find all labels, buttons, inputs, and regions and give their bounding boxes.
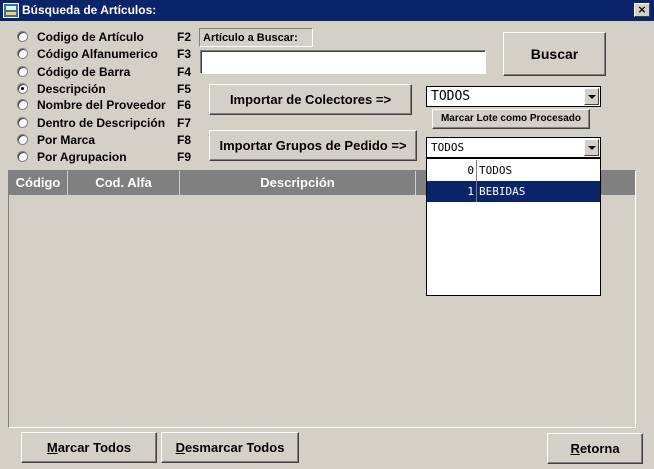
close-button[interactable]: ×: [634, 3, 650, 17]
radio-button-checked-icon[interactable]: [17, 83, 28, 94]
importar-grupos-button[interactable]: Importar Grupos de Pedido =>: [209, 130, 417, 161]
radio-label: Código Alfanumerico: [37, 47, 158, 61]
radio-codigo-alfanumerico[interactable]: Código Alfanumerico F3: [17, 46, 197, 62]
column-header-cod-alfa[interactable]: Cod. Alfa: [68, 171, 180, 195]
radio-codigo-articulo[interactable]: Codigo de Artículo F2: [17, 29, 197, 45]
radio-button-icon[interactable]: [17, 66, 28, 77]
shortcut-key: F8: [177, 133, 192, 147]
grupos-select[interactable]: TODOS: [426, 137, 601, 158]
dropdown-option-selected[interactable]: 1 BEBIDAS: [427, 181, 600, 202]
mnemonic-letter: D: [175, 440, 185, 455]
radio-label: Codigo de Artículo: [37, 30, 144, 44]
importar-colectores-button[interactable]: Importar de Colectores =>: [209, 84, 412, 115]
radio-por-marca[interactable]: Por Marca F8: [17, 132, 197, 148]
search-label: Artículo a Buscar:: [199, 28, 313, 47]
shortcut-key: F6: [177, 98, 192, 112]
shortcut-key: F5: [177, 82, 192, 96]
radio-por-agrupacion[interactable]: Por Agrupacion F9: [17, 149, 197, 165]
title-bar: Búsqueda de Artículos: ×: [0, 0, 654, 21]
radio-button-icon[interactable]: [17, 48, 28, 59]
colectores-select[interactable]: TODOS: [426, 86, 601, 107]
radio-button-icon[interactable]: [17, 117, 28, 128]
buscar-button[interactable]: Buscar: [503, 32, 606, 76]
column-header-codigo[interactable]: Código: [9, 171, 68, 195]
grupos-dropdown-list[interactable]: 0 TODOS 1 BEBIDAS: [426, 158, 601, 296]
app-icon: [3, 3, 19, 18]
shortcut-key: F9: [177, 150, 192, 164]
chevron-down-icon[interactable]: [584, 88, 599, 105]
dropdown-option[interactable]: 0 TODOS: [427, 160, 600, 181]
radio-label: Código de Barra: [37, 65, 131, 79]
radio-label: Por Agrupacion: [37, 150, 127, 164]
desmarcar-todos-button[interactable]: Desmarcar Todos: [161, 432, 299, 463]
retorna-button[interactable]: Retorna: [547, 433, 643, 464]
radio-label: Dentro de Descripción: [37, 116, 166, 130]
shortcut-key: F7: [177, 116, 192, 130]
window-title: Búsqueda de Artículos:: [22, 3, 157, 17]
option-label: TODOS: [479, 164, 513, 177]
radio-button-icon[interactable]: [17, 151, 28, 162]
search-input[interactable]: [200, 50, 486, 74]
radio-button-icon[interactable]: [17, 99, 28, 110]
button-label: arcar Todos: [57, 440, 132, 455]
radio-button-icon[interactable]: [17, 134, 28, 145]
option-code: 0: [467, 164, 474, 177]
button-label: etorna: [579, 441, 620, 456]
option-code: 1: [467, 185, 474, 198]
radio-label: Por Marca: [37, 133, 96, 147]
mnemonic-letter: R: [570, 441, 580, 456]
column-divider: [476, 160, 477, 181]
radio-descripcion[interactable]: Descripción F5: [17, 81, 197, 97]
option-label: BEBIDAS: [479, 185, 526, 198]
radio-button-icon[interactable]: [17, 31, 28, 42]
button-label: esmarcar Todos: [184, 440, 285, 455]
mnemonic-letter: M: [46, 440, 58, 455]
chevron-down-icon[interactable]: [584, 139, 599, 156]
radio-label: Descripción: [37, 82, 106, 96]
marcar-todos-button[interactable]: Marcar Todos: [21, 432, 157, 463]
colectores-select-value: TODOS: [431, 89, 471, 104]
shortcut-key: F4: [177, 65, 192, 79]
column-header-descripcion[interactable]: Descripción: [180, 171, 416, 195]
radio-dentro-descripcion[interactable]: Dentro de Descripción F7: [17, 115, 197, 131]
shortcut-key: F3: [177, 47, 192, 61]
shortcut-key: F2: [177, 30, 192, 44]
radio-codigo-barra[interactable]: Código de Barra F4: [17, 64, 197, 80]
radio-label: Nombre del Proveedor: [37, 98, 166, 112]
radio-nombre-proveedor[interactable]: Nombre del Proveedor F6: [17, 97, 197, 113]
marcar-lote-button[interactable]: Marcar Lote como Procesado: [432, 109, 590, 129]
column-divider: [476, 181, 477, 202]
grupos-select-value: TODOS: [431, 141, 465, 154]
